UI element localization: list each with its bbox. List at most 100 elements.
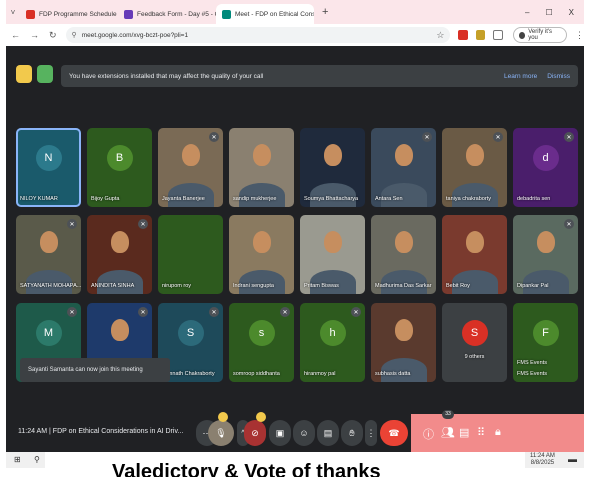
bookmark-star-icon[interactable]: ☆ xyxy=(436,30,444,41)
hang-up-icon: ☎︎ xyxy=(388,427,400,438)
participant-tile[interactable]: B Bijoy Gupta xyxy=(87,128,152,207)
emoji-button[interactable]: ☺ xyxy=(293,420,315,446)
chat-icon[interactable]: ▤ xyxy=(459,426,469,439)
muted-mic-icon: ✕ xyxy=(67,219,77,229)
address-bar[interactable]: ⚲ meet.google.com/xvg-bczt-poe?pli=1 ☆ xyxy=(65,27,451,43)
meeting-details-icon[interactable]: ⓘ xyxy=(423,426,434,442)
muted-mic-icon: ✕ xyxy=(280,307,290,317)
profile-button[interactable]: Verify it's you xyxy=(512,27,568,43)
participant-tile[interactable]: N NILOY KUMAR xyxy=(16,128,81,207)
muted-mic-icon: ✕ xyxy=(422,132,432,142)
video-feed xyxy=(252,230,271,253)
participant-tile[interactable]: s ✕ somroop siddhanta xyxy=(229,303,294,382)
tab-title: Feedback Form - Day #5 - Goo xyxy=(137,10,216,18)
participant-name: Soumya Bhattacharya xyxy=(304,196,359,202)
more-options-button[interactable]: ⋮ xyxy=(365,420,377,446)
avatar: d xyxy=(532,145,559,172)
hand-icon: ✋︎ xyxy=(349,427,355,438)
participant-tile[interactable]: Soumya Bhattacharya xyxy=(300,128,365,207)
close-window-button[interactable]: X xyxy=(569,8,574,17)
browser-menu-icon[interactable]: ⋮ xyxy=(575,30,584,41)
avatar: s xyxy=(248,320,275,347)
participant-count-badge: 33 xyxy=(442,410,454,419)
end-call-button[interactable]: ☎︎ xyxy=(380,420,408,446)
captions-button[interactable]: ▤ xyxy=(317,420,339,446)
captions-icon: ▤ xyxy=(323,427,333,438)
people-icon[interactable]: 👥︎ xyxy=(441,426,455,439)
participant-tile[interactable]: ✕ Antara Sen xyxy=(371,128,436,207)
video-feed xyxy=(380,183,427,207)
participant-tile[interactable]: nirupom roy xyxy=(158,215,223,294)
participant-tile[interactable]: Indrani sengupta xyxy=(229,215,294,294)
participant-tile[interactable]: ✕ taniya chakraborty xyxy=(442,128,507,207)
screen: ˅ FDP Programme Schedule and×Feedback Fo… xyxy=(6,0,584,468)
extension-button[interactable] xyxy=(37,65,53,83)
tab-search-icon[interactable]: ˅ xyxy=(6,8,20,17)
browser-tab[interactable]: FDP Programme Schedule and× xyxy=(20,4,118,24)
banner-message: You have extensions installed that may a… xyxy=(69,72,264,80)
tab-title: Meet - FDP on Ethical Cons xyxy=(235,10,314,18)
kebab-icon: ⋮ xyxy=(366,427,376,438)
participant-name: 9 others xyxy=(464,354,485,360)
tab-favicon-icon xyxy=(222,9,231,19)
downloads-icon[interactable] xyxy=(493,30,503,40)
camera-off-icon: ⊘ xyxy=(251,427,259,438)
video-feed xyxy=(451,270,498,294)
site-info-icon[interactable]: ⚲ xyxy=(72,31,77,39)
dismiss-button[interactable]: Dismiss xyxy=(547,73,570,80)
avatar: h xyxy=(319,320,346,347)
participant-tile[interactable]: d ✕ debadrita sen xyxy=(513,128,578,207)
participant-tile[interactable]: ✕ Jayanta Banerjee xyxy=(158,128,223,207)
emoji-icon: ☺ xyxy=(299,428,309,438)
url-text: meet.google.com/xvg-bczt-poe?pli=1 xyxy=(81,31,189,39)
participant-tile[interactable]: ✕ Dipankar Pal xyxy=(513,215,578,294)
participant-name: hiranmoy pal xyxy=(304,371,336,377)
raise-hand-button[interactable]: ✋︎ xyxy=(341,420,363,446)
notification-icon[interactable]: ▬ xyxy=(568,454,577,464)
camera-button[interactable]: ⊘ xyxy=(244,420,266,446)
video-feed xyxy=(451,183,498,207)
extension-icon[interactable] xyxy=(458,30,468,40)
activities-icon[interactable]: ⠿ xyxy=(477,426,485,439)
browser-tab[interactable]: Meet - FDP on Ethical Cons× xyxy=(216,4,314,24)
participant-tile[interactable]: subhasis datta xyxy=(371,303,436,382)
participant-tile[interactable]: ✕ SATYANATH MOHAPA... xyxy=(16,215,81,294)
extension-button[interactable] xyxy=(16,65,32,83)
new-tab-button[interactable]: + xyxy=(314,6,336,18)
participant-tile[interactable]: Pritam Biswas xyxy=(300,215,365,294)
clock-time: 11:24 AM xyxy=(530,453,555,459)
participant-tile[interactable]: ✕ ANINDITA SINHA xyxy=(87,215,152,294)
maximize-button[interactable]: ☐ xyxy=(545,8,552,17)
participant-tile[interactable]: sandip mukherjee xyxy=(229,128,294,207)
window-controls: – ☐ X xyxy=(525,8,584,17)
extension-icon[interactable] xyxy=(475,30,486,40)
reload-icon[interactable]: ↻ xyxy=(44,30,62,41)
mic-button[interactable]: 🎙︎ xyxy=(208,420,234,446)
learn-more-link[interactable]: Learn more xyxy=(504,73,537,80)
minimize-button[interactable]: – xyxy=(525,8,529,17)
host-controls-icon[interactable]: 🔒︎ xyxy=(495,426,501,439)
forward-icon[interactable]: → xyxy=(25,30,44,40)
video-feed xyxy=(25,270,72,294)
overlay-caption: Valedictory & Vote of thanks xyxy=(112,462,381,477)
participant-tile[interactable]: h ✕ hiranmoy pal xyxy=(300,303,365,382)
search-icon[interactable]: ⚲ xyxy=(34,455,40,464)
participant-tile[interactable]: Madhurima Das Sarkar xyxy=(371,215,436,294)
browser-tab[interactable]: Feedback Form - Day #5 - Goo× xyxy=(118,4,216,24)
video-feed xyxy=(323,230,342,253)
muted-mic-icon: ✕ xyxy=(67,307,77,317)
participant-tile[interactable]: Bebit Roy xyxy=(442,215,507,294)
video-feed xyxy=(167,183,214,207)
muted-mic-icon: ✕ xyxy=(493,132,503,142)
mic-icon: 🎙︎ xyxy=(215,427,227,438)
participant-name: ANINDITA SINHA xyxy=(91,283,135,289)
present-button[interactable]: ▣ xyxy=(269,420,291,446)
back-icon[interactable]: ← xyxy=(6,30,25,40)
participant-name: taniya chakraborty xyxy=(446,196,491,202)
avatar: N xyxy=(35,145,62,172)
windows-start-icon[interactable]: ⊞ xyxy=(14,455,21,464)
avatar: S xyxy=(177,320,204,347)
participant-tile[interactable]: F FMS Events FMS Events xyxy=(513,303,578,382)
participant-name: somroop siddhanta xyxy=(233,371,280,377)
participant-tile[interactable]: S 9 others xyxy=(442,303,507,382)
